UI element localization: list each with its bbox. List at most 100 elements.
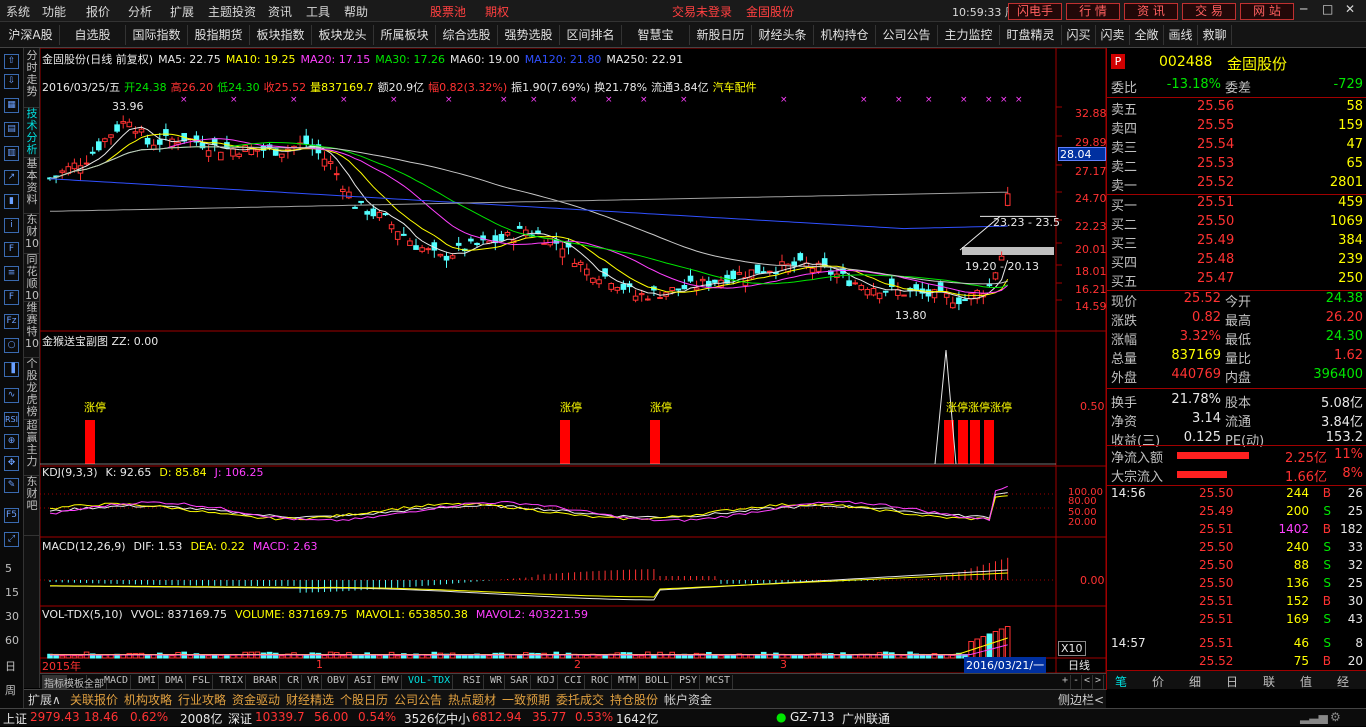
indicator-tab[interactable]: CR	[285, 675, 303, 689]
quote-panel-tab[interactable]: 价	[1152, 673, 1164, 690]
toolbar-button[interactable]: 智慧宝	[622, 25, 690, 45]
layers-icon[interactable]: ≡	[4, 266, 19, 281]
quote-panel-tab[interactable]: 细	[1189, 673, 1201, 690]
circle-icon[interactable]: ○	[4, 338, 19, 353]
toolbar-button[interactable]: 股指期货	[188, 25, 250, 45]
quote-panel-tab[interactable]: 笔	[1115, 673, 1127, 690]
toolbar-button[interactable]: 新股日历	[690, 25, 752, 45]
report-icon[interactable]: ▤	[4, 122, 19, 137]
bottom-tab[interactable]: 个股日历	[340, 691, 388, 708]
toolbar-button[interactable]: 国际指数	[126, 25, 188, 45]
period-shortcut[interactable]: 5	[5, 562, 12, 575]
toolbar-button[interactable]: 自选股	[60, 25, 126, 45]
restore-icon[interactable]: □	[1322, 2, 1333, 16]
bottom-tab[interactable]: 公司公告	[394, 691, 442, 708]
indicator-tab[interactable]: EMV	[379, 675, 403, 689]
period-shortcut[interactable]: 30	[5, 610, 19, 623]
indicator-tab[interactable]: VOL-TDX	[406, 675, 454, 689]
bottom-tab[interactable]: 财经精选	[286, 691, 334, 708]
fz-icon[interactable]: Fz	[4, 314, 19, 329]
bottom-tab[interactable]: 资金驱动	[232, 691, 280, 708]
toolbar-button[interactable]: 所属板块	[374, 25, 436, 45]
indicator-tab[interactable]: KDJ	[535, 675, 559, 689]
bottom-tab[interactable]: 热点题材	[448, 691, 496, 708]
menu-options[interactable]: 期权	[485, 3, 509, 20]
top-button[interactable]: 行 情	[1066, 3, 1120, 20]
bars-icon[interactable]: ▐	[4, 362, 19, 377]
toolbar-button[interactable]: 强势选股	[498, 25, 560, 45]
bottom-tab[interactable]: 帐户资金	[664, 691, 712, 708]
arrow-up-icon[interactable]: ⇧	[4, 54, 19, 69]
bottom-tab[interactable]: 机构攻略	[124, 691, 172, 708]
left-nav-tab[interactable]: 个股龙虎榜	[24, 358, 40, 420]
indicator-tab-control[interactable]: <	[1082, 675, 1094, 689]
menu-item[interactable]: 帮助	[344, 3, 368, 20]
indicator-tab[interactable]: WR	[488, 675, 506, 689]
close-icon[interactable]: ✕	[1345, 2, 1355, 16]
left-nav-tab[interactable]: 超赢主力	[24, 420, 40, 476]
indicator-tab[interactable]: BRAR	[251, 675, 281, 689]
sidebar-toggle[interactable]: 侧边栏<	[1058, 691, 1104, 708]
indicator-tab-control[interactable]: >	[1093, 675, 1105, 689]
menu-item[interactable]: 工具	[306, 3, 330, 20]
toolbar-button[interactable]: 主力监控	[938, 25, 1000, 45]
toolbar-button[interactable]: 板块龙头	[312, 25, 374, 45]
indicator-tab[interactable]: RSI	[461, 675, 485, 689]
bottom-tab[interactable]: 行业攻略	[178, 691, 226, 708]
quote-panel-tab[interactable]: 日	[1226, 673, 1238, 690]
indicator-tab[interactable]: PSY	[677, 675, 701, 689]
period-shortcut[interactable]: 周	[5, 682, 16, 698]
ask-row[interactable]: 卖四 25.55 159	[1107, 118, 1366, 137]
left-nav-tab[interactable]: 东财吧	[24, 476, 40, 536]
top-button[interactable]: 交 易	[1182, 3, 1236, 20]
indicator-tab-control[interactable]: -	[1071, 675, 1083, 689]
indicator-tab[interactable]: DMA	[163, 675, 187, 689]
indicator-tab[interactable]: ROC	[589, 675, 613, 689]
toolbar-button[interactable]: 机构持仓	[814, 25, 876, 45]
toolbar-button[interactable]: 救聊	[1198, 25, 1232, 45]
ask-row[interactable]: 卖五 25.56 58	[1107, 99, 1366, 118]
indicator-tab[interactable]: CCI	[562, 675, 586, 689]
period-shortcut[interactable]: 日	[5, 658, 16, 674]
index-ticker-item[interactable]: 中小	[446, 710, 470, 727]
bottom-tab[interactable]: 持仓股份	[610, 691, 658, 708]
fi-icon[interactable]: F	[4, 290, 19, 305]
menu-item[interactable]: 功能	[42, 3, 66, 20]
menu-item[interactable]: 资讯	[268, 3, 292, 20]
quote-panel-tab[interactable]: 经	[1337, 673, 1349, 690]
menu-item[interactable]: 扩展	[170, 3, 194, 20]
period-shortcut[interactable]: 60	[5, 634, 19, 647]
bid-row[interactable]: 买一 25.51 459	[1107, 195, 1366, 214]
top-button[interactable]: 闪电手	[1008, 3, 1062, 20]
left-nav-tab[interactable]: 同花顺10	[24, 254, 40, 302]
toolbar-button[interactable]: 综合选股	[436, 25, 498, 45]
bid-row[interactable]: 买三 25.49 384	[1107, 233, 1366, 252]
move-icon[interactable]: ✥	[4, 456, 19, 471]
quote-panel-tab[interactable]: 联	[1263, 673, 1275, 690]
toolbar-button[interactable]: 盯盘精灵	[1000, 25, 1062, 45]
pencil-icon[interactable]: ✎	[4, 478, 19, 493]
arrow-down-icon[interactable]: ⇩	[4, 74, 19, 89]
left-nav-tab[interactable]: 基本资料	[24, 158, 40, 214]
index-ticker-item[interactable]: 上证	[3, 710, 27, 727]
toolbar-button[interactable]: 公司公告	[876, 25, 938, 45]
bottom-tab[interactable]: 关联报价	[70, 691, 118, 708]
line-chart-icon[interactable]: ↗	[4, 170, 19, 185]
expand-icon[interactable]: ⤢	[4, 532, 19, 547]
bottom-tab[interactable]: 一致预期	[502, 691, 550, 708]
zoom-icon[interactable]: ⊕	[4, 434, 19, 449]
indicator-tab[interactable]: ASI	[352, 675, 376, 689]
toolbar-button[interactable]: 画线	[1164, 25, 1198, 45]
rsi-icon[interactable]: RSI	[4, 412, 19, 427]
toolbar-button[interactable]: 区间排名	[560, 25, 622, 45]
menu-item[interactable]: 主题投资	[208, 3, 256, 20]
candle-icon[interactable]: ▮	[4, 194, 19, 209]
indicator-tab-control[interactable]: +	[1060, 675, 1072, 689]
toolbar-button[interactable]: 沪深A股	[2, 25, 60, 45]
indicator-tab[interactable]: TRIX	[217, 675, 247, 689]
toolbar-button[interactable]: 全敞	[1130, 25, 1164, 45]
f5-icon[interactable]: F5	[4, 508, 19, 523]
top-button[interactable]: 网 站	[1240, 3, 1294, 20]
grid-icon[interactable]: ▦	[4, 98, 19, 113]
toolbar-button[interactable]: 闪买	[1062, 25, 1096, 45]
